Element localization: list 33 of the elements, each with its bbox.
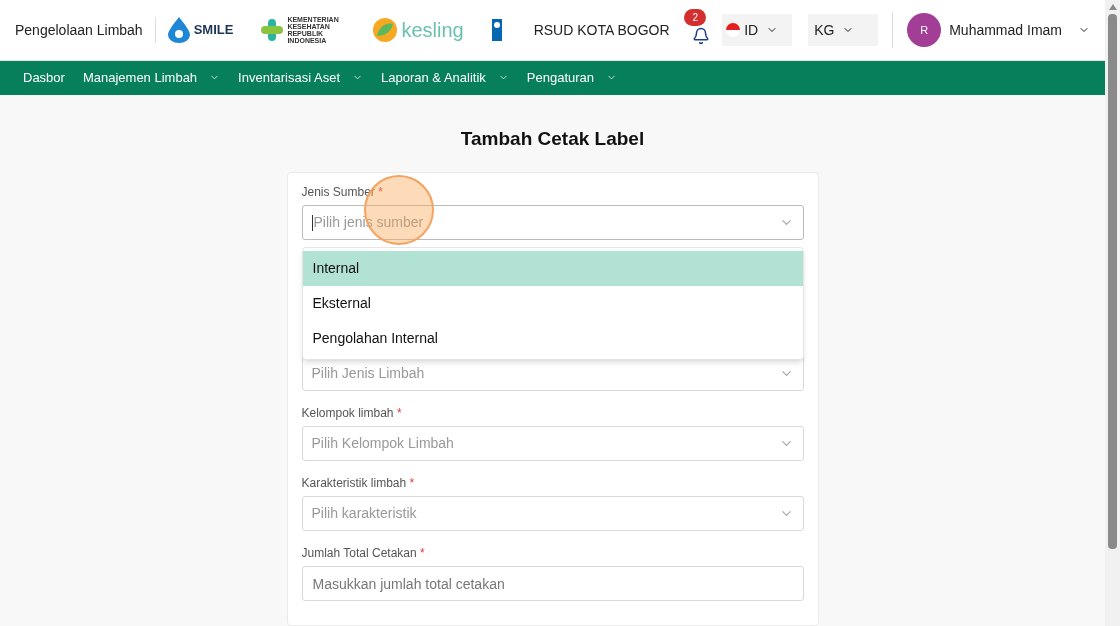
nav-item[interactable]: Laporan & Analitik [374, 68, 516, 88]
avatar: R [907, 13, 942, 48]
dropdown-option[interactable]: Eksternal [302, 286, 803, 321]
nav-item[interactable]: Pengaturan [519, 68, 625, 88]
select-field[interactable]: Pilih Kelompok Limbah [301, 426, 804, 461]
app-title: Pengelolaan Limbah [15, 20, 143, 40]
water-drop-icon [167, 17, 190, 44]
dropdown-option[interactable]: Internal [302, 251, 803, 286]
field-label: Kelompok limbah * [301, 406, 403, 420]
language-selector[interactable]: ID [722, 14, 793, 47]
input-field[interactable]: Masukkan jumlah total cetakan [301, 566, 804, 601]
flag-icon [726, 23, 741, 38]
notification-badge: 2 [684, 9, 707, 27]
cross-icon [261, 19, 284, 42]
page-title: Tambah Cetak Label [460, 126, 645, 151]
kesling-logo: kesling [373, 15, 464, 46]
nav-item[interactable]: Manajemen Limbah [75, 68, 228, 88]
nav-item[interactable]: Dasbor [16, 68, 72, 88]
unit-selector[interactable]: KG [808, 14, 879, 47]
hospital-name: RSUD KOTA BOGOR [533, 20, 670, 40]
user-menu[interactable]: R Muhammad Imam [907, 13, 1090, 48]
leaf-circle-icon [373, 18, 398, 43]
dropdown-option[interactable]: Pengolahan Internal [302, 321, 803, 356]
field-label: Jumlah Total Cetakan * [301, 546, 426, 560]
scroll-up-icon [1108, 4, 1117, 10]
scrollbar-thumb[interactable] [1108, 14, 1117, 549]
smile-logo: SMILE [167, 17, 234, 44]
undp-logo [491, 19, 502, 42]
select-field[interactable]: Pilih karakteristik [301, 496, 804, 531]
nav-item[interactable]: Inventarisasi Aset [231, 68, 370, 88]
bell-icon [692, 27, 711, 46]
notification-button[interactable] [692, 27, 711, 46]
field-label: Karakteristik limbah * [301, 476, 416, 490]
